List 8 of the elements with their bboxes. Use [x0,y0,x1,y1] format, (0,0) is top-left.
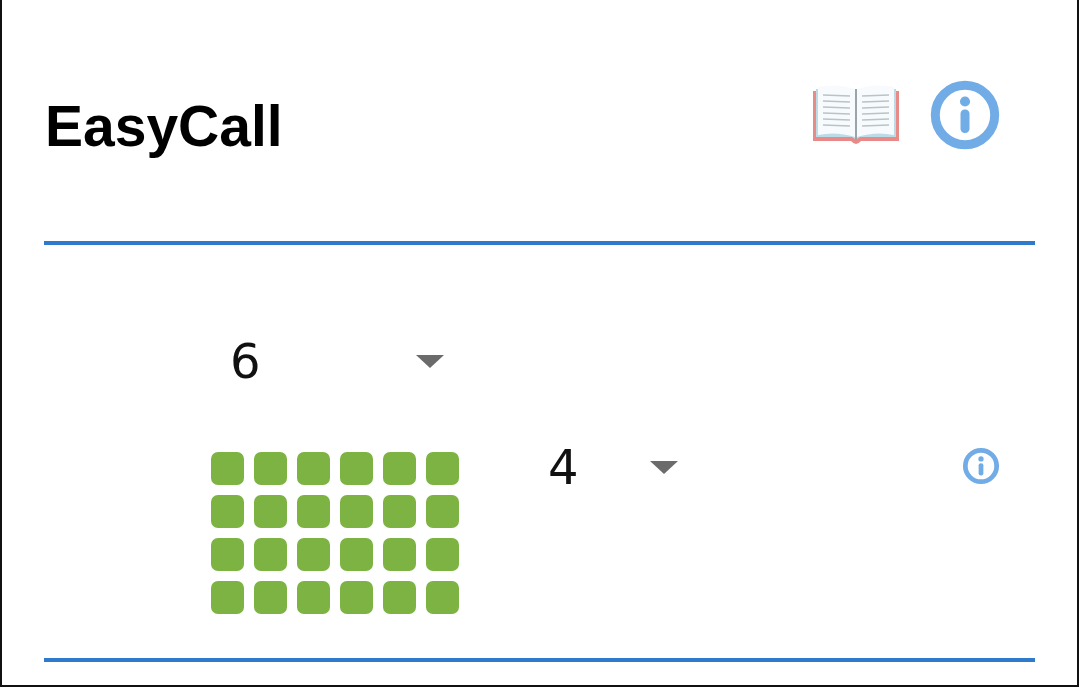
app-title: EasyCall [45,93,284,160]
square-grid-icon [211,452,459,614]
info-icon[interactable] [929,78,1001,151]
caret-icon [650,460,678,474]
caret-icon [416,354,444,368]
info-icon[interactable] [962,447,1000,485]
number-dropdown[interactable]: 4 [459,439,678,495]
number-dropdown[interactable]: 6 [211,333,444,389]
